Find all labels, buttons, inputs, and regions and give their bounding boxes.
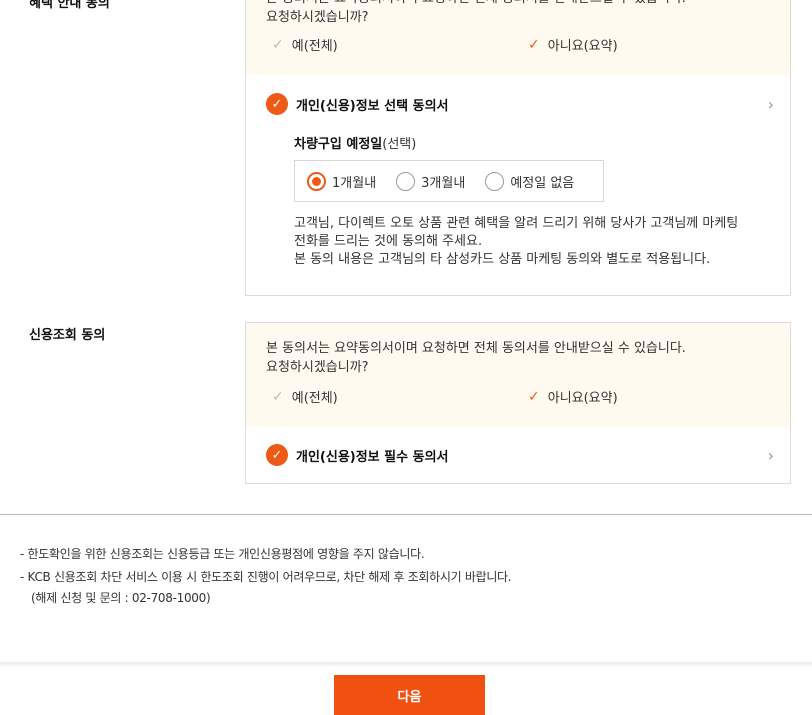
bullet-dash: - [20,547,28,561]
radio-unselected-icon [396,171,416,191]
section-divider [0,514,812,515]
option-label: 아니요(요약) [547,391,618,406]
radio-label: 3개월내 [421,175,466,191]
footnote-2: - KCB 신용조회 차단 서비스 이용 시 한도조회 진행이 어려우므로, 차… [20,568,512,585]
purchase-date-radio-group: 1개월내 3개월내 예정일 없음 [294,160,604,202]
purchase-date-label: 차량구입 예정일(선택) [294,133,416,152]
consent-label: 개인(신용)정보 필수 동의서 [296,449,449,465]
check-icon: ✓ [528,36,540,53]
benefit-notice: 본 동의서는 요약동의서이며 요청하면 전체 동의서를 안내받으실 수 있습니다… [246,0,790,75]
notice-line: 요청하시겠습니까? [266,360,369,375]
credit-notice-text: 본 동의서는 요약동의서이며 요청하면 전체 동의서를 안내받으실 수 있습니다… [266,339,686,377]
footnote-text: KCB 신용조회 차단 서비스 이용 시 한도조회 진행이 어려우므로, 차단 … [27,570,512,584]
benefit-option-full[interactable]: ✓ 예(전체) [272,35,338,55]
radio-selected-icon [307,171,326,191]
benefit-notice-text: 본 동의서는 요약동의서이며 요청하면 전체 동의서를 안내받으실 수 있습니다… [266,0,686,27]
radio-1-month[interactable]: 1개월내 [307,171,377,191]
checked-circle-icon: ✓ [266,444,288,466]
next-button[interactable]: 다음 [334,675,485,715]
footnote-3: (해제 신청 및 문의 : 02-708-1000) [31,591,211,605]
radio-3-month[interactable]: 3개월내 [396,171,466,191]
option-label: 아니요(요약) [547,39,618,54]
checked-circle-icon: ✓ [266,93,288,115]
bullet-dash: - [20,570,28,584]
purchase-date-label-suffix: (선택) [382,137,417,152]
credit-notice: 본 동의서는 요약동의서이며 요청하면 전체 동의서를 안내받으실 수 있습니다… [246,323,790,427]
check-icon: ✓ [272,388,284,405]
benefit-section-title: 혜택 안내 동의 [29,0,110,11]
credit-consent-box: 본 동의서는 요약동의서이며 요청하면 전체 동의서를 안내받으실 수 있습니다… [245,322,791,484]
check-icon: ✓ [272,36,284,53]
marketing-description: 고객님, 다이렉트 오토 상품 관련 혜택을 알려 드리기 위해 당사가 고객님… [294,215,738,269]
radio-no-plan[interactable]: 예정일 없음 [485,171,575,191]
description-line: 본 동의 내용은 고객님의 타 삼성카드 상품 마케팅 동의와 별도로 적용됩니… [294,252,711,267]
chevron-right-icon: › [767,94,774,114]
required-consent-row[interactable]: ✓ 개인(신용)정보 필수 동의서 › [266,444,774,466]
check-icon: ✓ [528,388,540,405]
description-line: 고객님, 다이렉트 오토 상품 관련 혜택을 알려 드리기 위해 당사가 고객님… [294,216,739,231]
footnote-text: 한도확인을 위한 신용조회는 신용등급 또는 개인신용평점에 영향을 주지 않습… [27,547,425,561]
credit-option-summary[interactable]: ✓ 아니요(요약) [528,387,618,407]
chevron-right-icon: › [767,445,774,465]
credit-section-title: 신용조회 동의 [29,328,106,343]
notice-line: 요청하시겠습니까? [266,10,369,25]
radio-unselected-icon [485,171,505,191]
benefit-consent-box: 본 동의서는 요약동의서이며 요청하면 전체 동의서를 안내받으실 수 있습니다… [245,0,791,296]
footnote-1: - 한도확인을 위한 신용조회는 신용등급 또는 개인신용평점에 영향을 주지 … [20,545,425,562]
radio-label: 예정일 없음 [510,175,575,191]
purchase-date-label-bold: 차량구입 예정일 [294,137,383,152]
consent-label: 개인(신용)정보 선택 동의서 [296,98,449,114]
notice-line: 본 동의서는 요약동의서이며 요청하면 전체 동의서를 안내받으실 수 있습니다… [266,341,686,356]
benefit-option-summary[interactable]: ✓ 아니요(요약) [528,35,618,55]
radio-label: 1개월내 [332,175,377,191]
description-line: 전화를 드리는 것에 동의해 주세요. [294,234,483,249]
credit-option-full[interactable]: ✓ 예(전체) [272,387,338,407]
option-label: 예(전체) [291,391,338,406]
optional-consent-row[interactable]: ✓ 개인(신용)정보 선택 동의서 › [266,93,774,115]
option-label: 예(전체) [291,39,338,54]
notice-line: 본 동의서는 요약동의서이며 요청하면 전체 동의서를 안내받으실 수 있습니다… [266,0,686,8]
